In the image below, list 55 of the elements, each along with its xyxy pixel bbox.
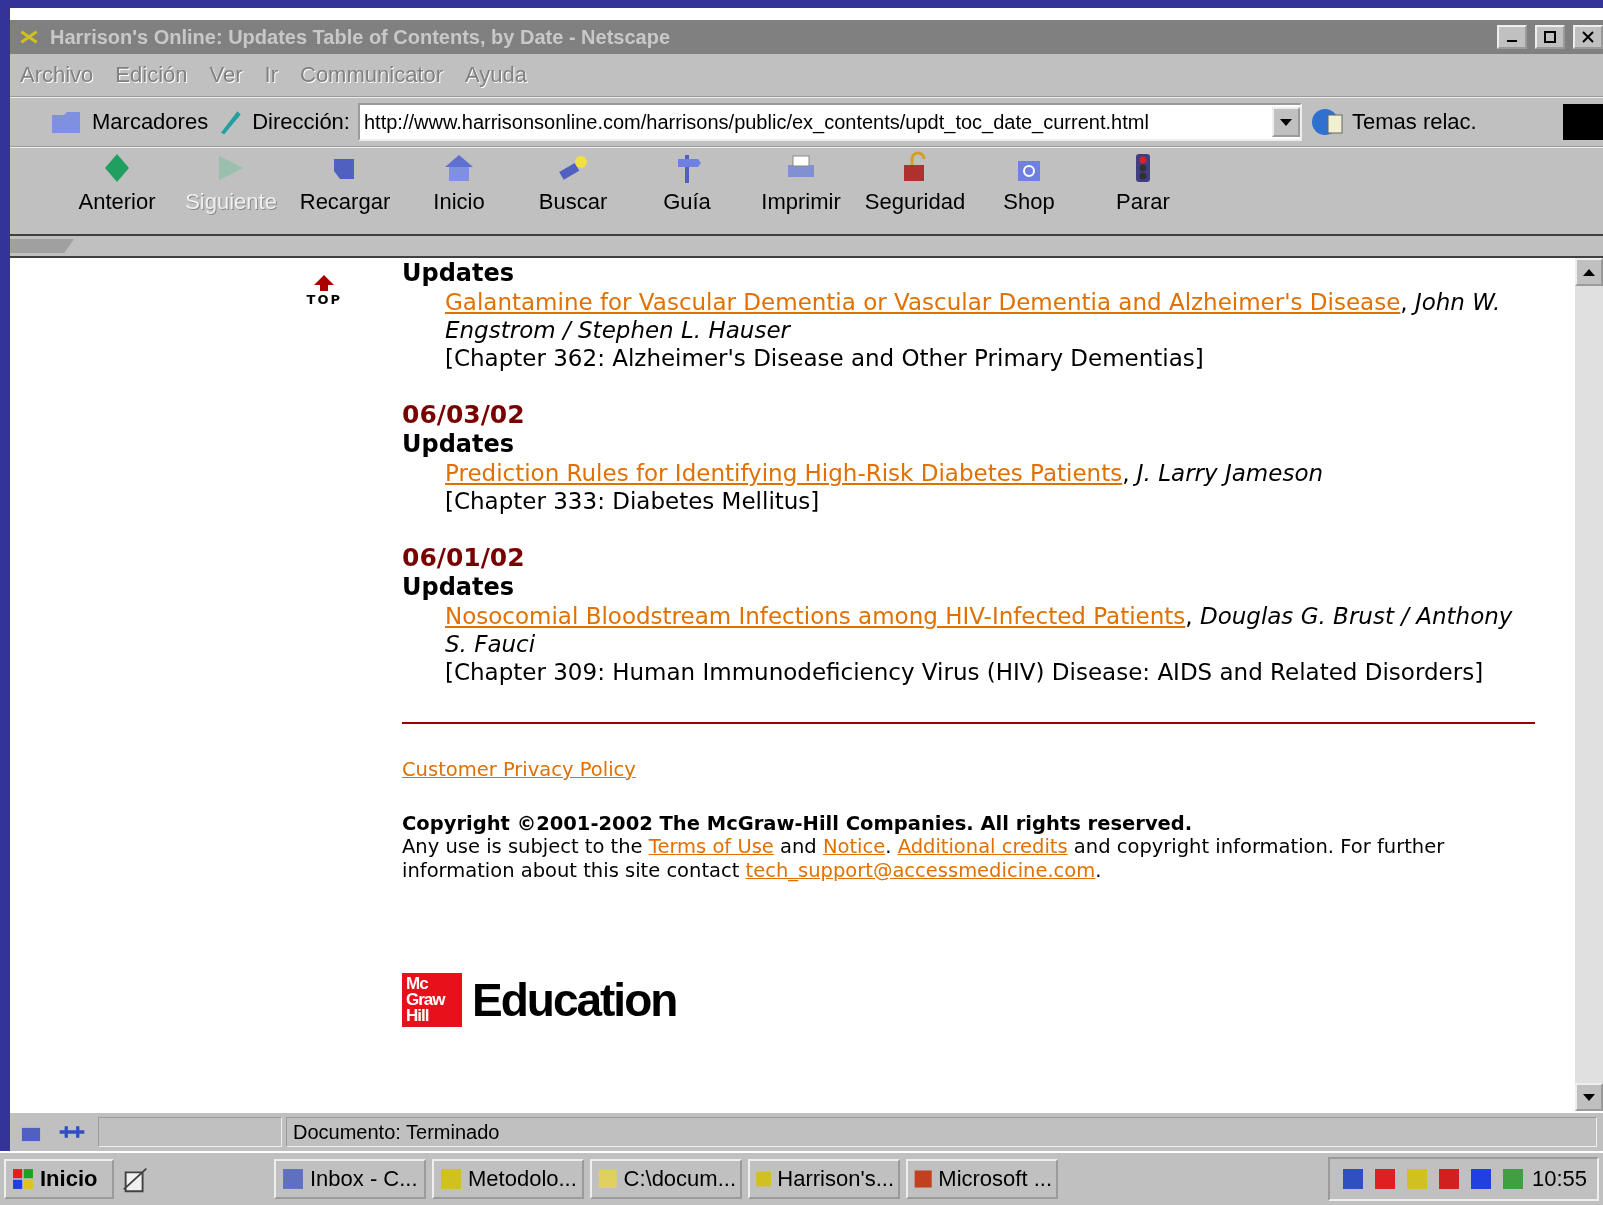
windows-flag-icon [10, 1166, 36, 1192]
address-dropdown-button[interactable] [1271, 107, 1300, 137]
chapter-reference: [Chapter 362: Alzheimer's Disease and Other Primary Dementias] [445, 344, 1205, 372]
toolbar-button[interactable]: Imprimir [744, 151, 858, 231]
related-topics-button[interactable]: Temas relac. [1351, 109, 1477, 135]
article-citation: Galantamine for Vascular Dementia or Vascular Dementia and Alzheimer's Disease, John W. Engstrom / Stephen L. Hauser [445, 288, 1502, 344]
article-citation: Prediction Rules for Identifying High-Risk Diabetes Patients, J. Larry Jameson [445, 459, 1325, 487]
app-icon [438, 1166, 464, 1192]
close-icon [1582, 31, 1594, 43]
top-link[interactable]: TOP [306, 274, 342, 314]
taskbar-button[interactable]: C:\docum... [590, 1159, 742, 1199]
taskbar-button[interactable]: Metodolo... [432, 1159, 584, 1199]
taskbar-button[interactable]: Microsoft ... [906, 1159, 1058, 1199]
scrollbar[interactable] [1575, 258, 1603, 1111]
caret-down-icon [1582, 1092, 1596, 1102]
scroll-down-button[interactable] [1575, 1083, 1603, 1111]
publisher-logo-mark: Mc Graw Hill [402, 973, 462, 1027]
caret-down-icon [1278, 116, 1293, 127]
up-arrow-icon [313, 274, 336, 292]
date-heading: 06/01/02 [402, 543, 526, 572]
chapter-reference: [Chapter 309: Human Immunodeficiency Virus (HIV) Disease: AIDS and Related Disorders] [445, 658, 1485, 686]
address-label: Dirección: [252, 109, 350, 135]
window-title: Harrison's Online: Updates Table of Contents, by Date - Netscape [50, 25, 672, 49]
bookmarks-menu[interactable]: Marcadores [92, 109, 209, 135]
toolbar-button[interactable]: Guía [630, 151, 744, 231]
address-field[interactable]: http://www.harrisonsonline.com/harrisons/public/ex_contents/updt_toc_date_current.html [357, 103, 1302, 141]
maximize-icon [1544, 31, 1556, 43]
minimize-icon [1507, 40, 1517, 42]
close-button[interactable] [1573, 25, 1603, 49]
taskbar-button[interactable]: Inbox - C... [274, 1159, 426, 1199]
date-heading: 06/03/02 [402, 400, 526, 429]
toolbar-button[interactable]: Seguridad [858, 151, 972, 231]
toolbar-button[interactable]: Buscar [516, 151, 630, 231]
logo-wordmark: Education [472, 973, 677, 1027]
toolbar-button[interactable]: Parar [1086, 151, 1200, 231]
section-heading: Updates [402, 429, 516, 459]
scroll-up-button[interactable] [1575, 258, 1603, 286]
start-button[interactable]: Inicio [4, 1159, 114, 1199]
minimize-button[interactable] [1497, 25, 1527, 49]
copyright-text: Copyright ©2001-2002 The McGraw-Hill Companies. All rights reserved. [402, 812, 1194, 835]
toolbar-button[interactable]: Inicio [402, 151, 516, 231]
toolbar-button[interactable]: Anterior [60, 151, 174, 231]
chapter-reference: [Chapter 333: Diabetes Mellitus] [445, 487, 821, 515]
article-citation: Nosocomial Bloodstream Infections among HIV-Infected Patients, Douglas G. Brust / Anthony S. Fauci [445, 602, 1514, 658]
clock: 10:55 [1531, 1166, 1587, 1192]
app-icon [280, 1166, 306, 1192]
terms-paragraph: Any use is subject to the Terms of Use and Notice. Additional credits and copyright information. For further information about this site contact tech_support@accessmedicine.com. [402, 835, 1446, 883]
toolbar-button[interactable]: Shop [972, 151, 1086, 231]
status-text: Documento: Terminado [286, 1117, 1597, 1147]
taskbar-button[interactable]: Harrison's... [748, 1159, 900, 1199]
section-heading: Updates [402, 258, 516, 288]
maximize-button[interactable] [1535, 25, 1565, 49]
toolbar-button[interactable]: Recargar [288, 151, 402, 231]
caret-up-icon [1582, 267, 1596, 277]
section-heading: Updates [402, 572, 516, 602]
